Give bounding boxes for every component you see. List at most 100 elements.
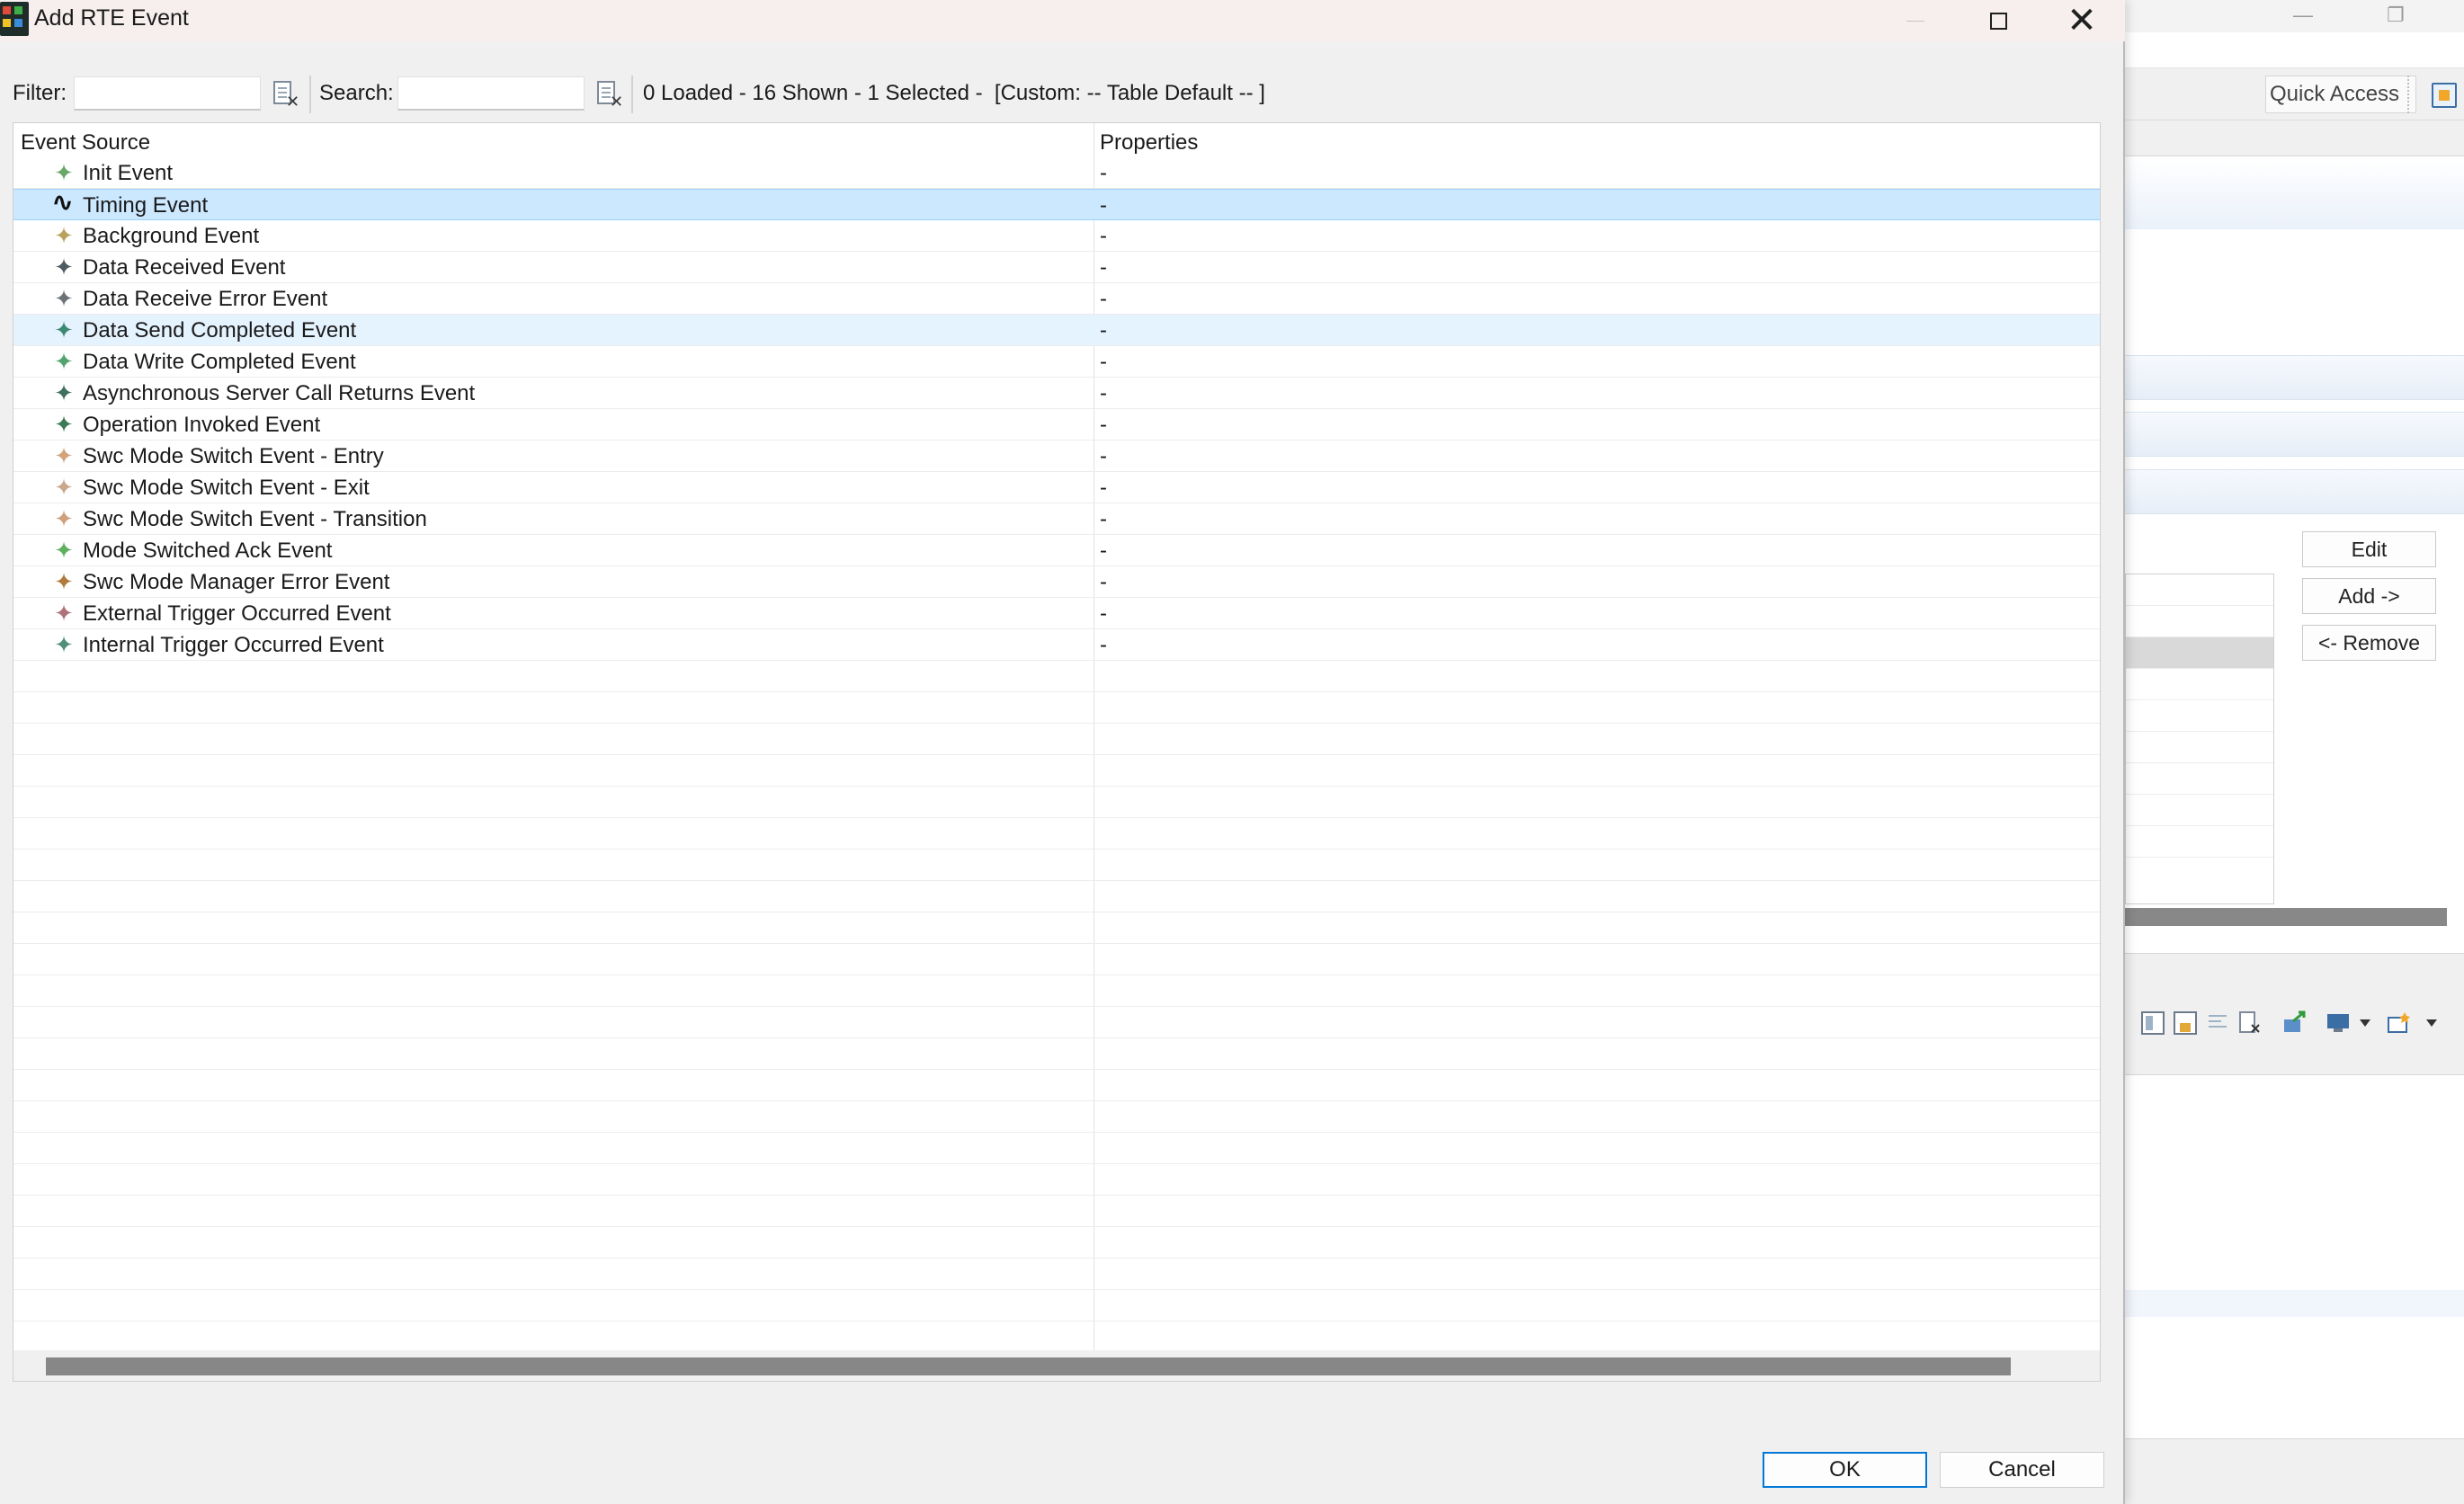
properties-cell: -	[1100, 255, 1107, 280]
align-icon[interactable]	[2205, 1010, 2230, 1036]
event-source-cell: Internal Trigger Occurred Event	[83, 633, 384, 657]
sparkle-icon: ✦	[54, 285, 74, 312]
table-row	[13, 818, 2100, 850]
cancel-button[interactable]: Cancel	[1940, 1452, 2104, 1488]
properties-cell: -	[1100, 538, 1107, 563]
open-perspective-icon[interactable]	[2432, 83, 2457, 108]
dialog-titlebar[interactable]: Add RTE Event ✕	[0, 0, 2125, 41]
sparkle-icon: ✦	[54, 379, 74, 406]
chevron-down-icon[interactable]	[2356, 1010, 2381, 1036]
table-row[interactable]: ✦ Asynchronous Server Call Returns Event -	[13, 378, 2100, 409]
filter-label: Filter:	[13, 81, 67, 105]
background-restore-icon[interactable]: ❐	[2387, 4, 2405, 27]
clear-icon[interactable]	[2237, 1010, 2263, 1036]
search-input[interactable]	[397, 76, 585, 111]
export-icon[interactable]	[2282, 1010, 2308, 1036]
properties-cell: -	[1100, 381, 1107, 405]
dialog-title: Add RTE Event	[34, 5, 189, 31]
table-row[interactable]: ✦ Init Event -	[13, 157, 2100, 189]
list-item[interactable]	[2126, 574, 2273, 606]
display-icon[interactable]	[2326, 1010, 2351, 1036]
table-row[interactable]: ✦ Swc Mode Switch Event - Transition -	[13, 503, 2100, 535]
properties-cell: -	[1100, 161, 1107, 185]
list-item[interactable]	[2126, 700, 2273, 732]
table-row	[13, 787, 2100, 818]
app-icon	[0, 2, 29, 36]
table-row[interactable]: ✦ Operation Invoked Event -	[13, 409, 2100, 441]
background-event-list[interactable]	[2125, 574, 2274, 904]
search-label: Search:	[319, 81, 394, 105]
table-row[interactable]: ∿ Timing Event -	[13, 189, 2100, 220]
remove-button[interactable]: <- Remove	[2302, 625, 2436, 661]
table-row[interactable]: ✦ Swc Mode Switch Event - Exit -	[13, 472, 2100, 503]
ok-button[interactable]: OK	[1763, 1452, 1927, 1488]
table-row[interactable]: ✦ Data Receive Error Event -	[13, 283, 2100, 315]
sparkle-icon: ✦	[54, 537, 74, 564]
column-header-properties[interactable]: Properties	[1100, 130, 1198, 156]
background-menubar	[2125, 32, 2464, 68]
background-section-band	[2125, 469, 2464, 514]
sparkle-icon: ✦	[54, 442, 74, 469]
clear-filter-button[interactable]: ✕	[270, 79, 300, 110]
background-selected-row[interactable]	[2125, 1290, 2464, 1317]
minimize-icon	[1906, 20, 1924, 22]
maximize-icon	[1989, 12, 2007, 30]
list-item[interactable]	[2126, 826, 2273, 858]
add-button[interactable]: Add ->	[2302, 578, 2436, 614]
list-item[interactable]	[2126, 763, 2273, 795]
toolbar-separator	[2407, 76, 2413, 113]
background-minimize-icon[interactable]: —	[2293, 4, 2313, 27]
clear-search-button[interactable]: ✕	[594, 79, 624, 110]
list-item[interactable]	[2126, 606, 2273, 637]
event-source-cell: Mode Switched Ack Event	[83, 538, 333, 563]
background-lower-tabs	[2125, 953, 2464, 992]
table-row	[13, 1196, 2100, 1227]
table-row[interactable]: ✦ Data Send Completed Event -	[13, 315, 2100, 346]
edit-button[interactable]: Edit	[2302, 531, 2436, 567]
table-row[interactable]: ✦ Internal Trigger Occurred Event -	[13, 629, 2100, 661]
table-row[interactable]: ✦ Mode Switched Ack Event -	[13, 535, 2100, 566]
table-row[interactable]: ✦ External Trigger Occurred Event -	[13, 598, 2100, 629]
horizontal-scrollbar-thumb[interactable]	[46, 1357, 2011, 1375]
event-source-cell: Swc Mode Switch Event - Entry	[83, 444, 384, 468]
properties-cell: -	[1100, 601, 1107, 626]
event-table[interactable]: Event Source Properties ✦ Init Event - ∿ Tim…	[13, 122, 2101, 1382]
table-row[interactable]: ✦ Background Event -	[13, 220, 2100, 252]
quick-access-field[interactable]: Quick Access	[2265, 76, 2416, 113]
event-source-cell: Data Received Event	[83, 255, 286, 280]
sparkle-icon: ✦	[54, 631, 74, 658]
background-horizontal-scrollbar[interactable]	[2125, 908, 2447, 926]
sparkle-icon: ✦	[54, 316, 74, 343]
layout-icon[interactable]	[2140, 1010, 2165, 1036]
table-row[interactable]: ✦ Swc Mode Switch Event - Entry -	[13, 441, 2100, 472]
minimize-button[interactable]	[1875, 0, 1956, 41]
close-icon: ✕	[2067, 1, 2097, 40]
chevron-down-icon[interactable]	[2423, 1010, 2448, 1036]
table-row[interactable]: ✦ Data Write Completed Event -	[13, 346, 2100, 378]
properties-cell: -	[1100, 570, 1107, 594]
list-item[interactable]	[2126, 669, 2273, 700]
properties-cell: -	[1100, 444, 1107, 468]
background-lower-panel	[2125, 1075, 2464, 1438]
toolbar-separator	[631, 76, 633, 113]
table-row	[13, 975, 2100, 1007]
table-row[interactable]: ✦ Data Received Event -	[13, 252, 2100, 283]
list-item[interactable]	[2126, 637, 2273, 669]
filter-input[interactable]	[74, 76, 261, 111]
add-rte-event-dialog: Add RTE Event ✕ Filter: ✕ Search: ✕ 0 Lo…	[0, 0, 2125, 1504]
toolbar-separator	[309, 76, 311, 113]
properties-cell: -	[1100, 476, 1107, 500]
lock-layout-icon[interactable]	[2173, 1010, 2198, 1036]
table-row[interactable]: ✦ Swc Mode Manager Error Event -	[13, 566, 2100, 598]
table-status-text: 0 Loaded - 16 Shown - 1 Selected - [Cust…	[643, 81, 1265, 105]
maximize-button[interactable]	[1958, 0, 2039, 41]
table-row	[13, 661, 2100, 692]
close-button[interactable]: ✕	[2041, 0, 2122, 41]
event-source-cell: External Trigger Occurred Event	[83, 601, 391, 626]
list-item[interactable]	[2126, 795, 2273, 826]
table-row	[13, 724, 2100, 755]
properties-cell: -	[1100, 633, 1107, 657]
new-item-icon[interactable]	[2387, 1010, 2412, 1036]
column-header-event-source[interactable]: Event Source	[21, 130, 150, 156]
list-item[interactable]	[2126, 732, 2273, 763]
